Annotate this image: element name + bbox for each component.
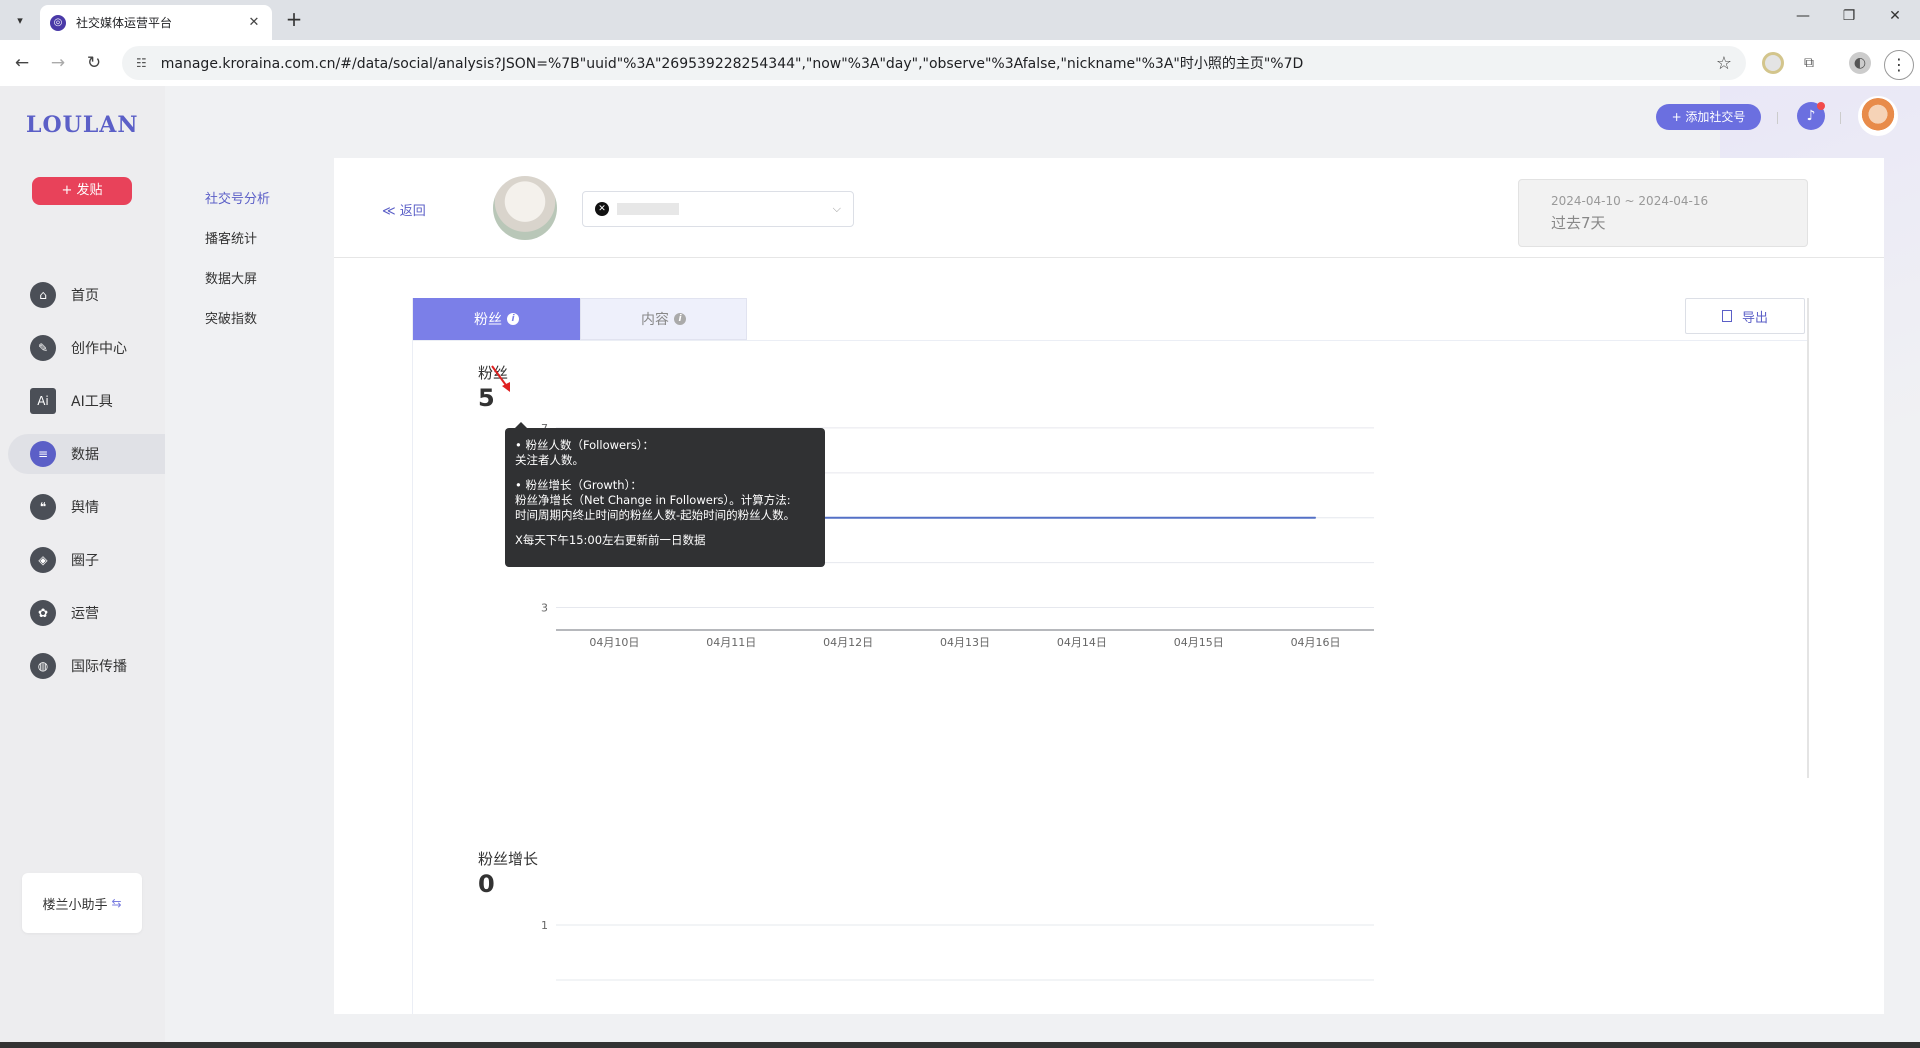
- url-text: manage.kroraina.com.cn/#/data/social/ana…: [160, 56, 1304, 72]
- browser-toolbar: ← → ↻ ☷ manage.kroraina.com.cn/#/data/so…: [0, 40, 1920, 86]
- sidebar-item-label: 数据: [71, 447, 99, 463]
- extension-circle-icon[interactable]: [1762, 52, 1784, 74]
- sidebar-item-home[interactable]: ⌂ 首页: [8, 275, 165, 315]
- minimize-icon[interactable]: —: [1780, 8, 1826, 24]
- main-card: ≪ 返回 ✕ ⌵ 2024-04-10 ~ 2024-04-16 过去7天 粉丝…: [334, 158, 1884, 1014]
- ai-icon: Ai: [30, 388, 56, 414]
- subnav-podcast-stats[interactable]: 播客统计: [205, 228, 257, 247]
- browser-menu-icon[interactable]: ⋮: [1884, 50, 1914, 80]
- scrollbar[interactable]: [1807, 298, 1809, 778]
- info-tooltip: • 粉丝人数（Followers）： 关注者人数。 • 粉丝增长（Growth）：…: [505, 422, 825, 567]
- sidebar-item-sentiment[interactable]: ❝ 舆情: [8, 487, 165, 527]
- tooltip-line: • 粉丝增长（Growth）：: [515, 478, 642, 492]
- red-pointer-arrow-icon: [491, 365, 510, 392]
- sidebar-item-ai-tools[interactable]: Ai AI工具: [8, 381, 165, 421]
- extensions-puzzle-icon[interactable]: ⧉: [1798, 52, 1820, 74]
- sidebar-item-circles[interactable]: ◈ 圈子: [8, 540, 165, 580]
- subnav-social-analysis[interactable]: 社交号分析: [205, 188, 270, 207]
- sub-navigation: 社交号分析 播客统计 数据大屏 突破指数: [165, 86, 335, 1042]
- subnav-data-screen[interactable]: 数据大屏: [205, 268, 257, 287]
- assistant-button[interactable]: 楼兰小助手 ⇆: [22, 873, 142, 933]
- switch-icon: ⇆: [111, 896, 122, 910]
- divider: [1840, 112, 1841, 124]
- user-avatar[interactable]: [1858, 96, 1898, 136]
- sidebar-item-international[interactable]: ◍ 国际传播: [8, 646, 165, 686]
- palette-icon: ✎: [30, 335, 56, 361]
- notification-dot: [1817, 102, 1825, 110]
- chevron-down-icon: ⌵: [832, 202, 841, 215]
- tooltip-line: • 粉丝人数（Followers）：: [515, 438, 655, 452]
- add-social-account-button[interactable]: + 添加社交号: [1656, 104, 1761, 130]
- quote-icon: ❝: [30, 494, 56, 520]
- account-name-redacted: [617, 203, 679, 215]
- period-text: 过去7天: [1551, 214, 1606, 232]
- sidebar: LOULAN + 发贴 ⌂ 首页 ✎ 创作中心 Ai AI工具 ≡ 数据 ❝ 舆…: [0, 86, 165, 1042]
- address-bar[interactable]: ☷ manage.kroraina.com.cn/#/data/social/a…: [122, 46, 1746, 80]
- site-favicon-icon: ◎: [50, 14, 66, 31]
- sidebar-item-label: 首页: [71, 288, 99, 304]
- forward-arrow-icon[interactable]: →: [46, 51, 70, 75]
- tooltip-line: 粉丝净增长（Net Change in Followers）。计算方法:: [515, 493, 791, 507]
- operation-icon: ✿: [30, 600, 56, 626]
- home-icon: ⌂: [30, 282, 56, 308]
- growth-chart: 1: [541, 919, 1374, 981]
- close-window-icon[interactable]: ✕: [1872, 8, 1918, 24]
- restore-icon[interactable]: ❐: [1826, 8, 1872, 24]
- sidebar-item-data[interactable]: ≡ 数据: [8, 434, 165, 474]
- tooltip-line: 时间周期内终止时间的粉丝人数-起始时间的粉丝人数。: [515, 508, 796, 522]
- os-taskbar: [0, 1042, 1920, 1048]
- tab-title: 社交媒体运营平台: [76, 16, 173, 30]
- globe-icon: ◍: [30, 653, 56, 679]
- tooltip-arrow: [515, 422, 527, 428]
- x-platform-icon: ✕: [595, 202, 609, 216]
- assistant-label: 楼兰小助手: [42, 897, 108, 913]
- date-range-picker[interactable]: 2024-04-10 ~ 2024-04-16 过去7天: [1518, 179, 1808, 247]
- browser-tab[interactable]: ◎ 社交媒体运营平台 ✕: [40, 5, 272, 40]
- browser-tab-bar: ▾ ◎ 社交媒体运营平台 ✕ + — ❐ ✕: [0, 0, 1920, 40]
- tab-list-chevron-icon[interactable]: ▾: [8, 8, 32, 32]
- sidebar-item-label: 运营: [71, 606, 99, 622]
- app-root: LOULAN + 发贴 ⌂ 首页 ✎ 创作中心 Ai AI工具 ≡ 数据 ❝ 舆…: [0, 86, 1920, 1042]
- analysis-panel: 粉丝 i 内容 i 导出 粉丝 5 粉丝增长 0 3456704月10日04月1…: [412, 298, 1809, 1014]
- sidebar-item-creation[interactable]: ✎ 创作中心: [8, 328, 165, 368]
- divider: [1777, 112, 1778, 124]
- sidebar-item-operation[interactable]: ✿ 运营: [8, 593, 165, 633]
- tooltip-line: 关注者人数。: [515, 453, 584, 467]
- sidebar-item-label: 圈子: [71, 553, 99, 569]
- sidebar-item-label: AI工具: [71, 394, 113, 410]
- sidebar-item-label: 舆情: [71, 500, 99, 516]
- post-button[interactable]: + 发贴: [32, 177, 132, 205]
- new-tab-plus-icon[interactable]: +: [282, 8, 306, 32]
- account-select[interactable]: ✕ ⌵: [582, 191, 854, 227]
- logo[interactable]: LOULAN: [26, 112, 138, 138]
- back-link[interactable]: ≪ 返回: [382, 200, 426, 219]
- tooltip-line: X每天下午15:00左右更新前一日数据: [515, 533, 706, 547]
- y-tick-label: 1: [541, 919, 548, 932]
- compass-icon: ◈: [30, 547, 56, 573]
- back-arrow-icon[interactable]: ←: [10, 51, 34, 75]
- close-tab-icon[interactable]: ✕: [246, 15, 262, 30]
- profile-icon[interactable]: ◐: [1849, 52, 1871, 74]
- sidebar-item-label: 创作中心: [71, 341, 127, 357]
- reload-icon[interactable]: ↻: [82, 51, 106, 75]
- site-settings-icon[interactable]: ☷: [136, 56, 147, 70]
- account-avatar: [493, 176, 557, 240]
- subnav-breakthrough-index[interactable]: 突破指数: [205, 308, 257, 327]
- database-icon: ≡: [30, 441, 56, 467]
- account-header: ≪ 返回 ✕ ⌵ 2024-04-10 ~ 2024-04-16 过去7天: [334, 158, 1884, 258]
- sidebar-item-label: 国际传播: [71, 659, 127, 675]
- date-range-text: 2024-04-10 ~ 2024-04-16: [1551, 194, 1709, 208]
- bookmark-star-icon[interactable]: ☆: [1716, 53, 1732, 74]
